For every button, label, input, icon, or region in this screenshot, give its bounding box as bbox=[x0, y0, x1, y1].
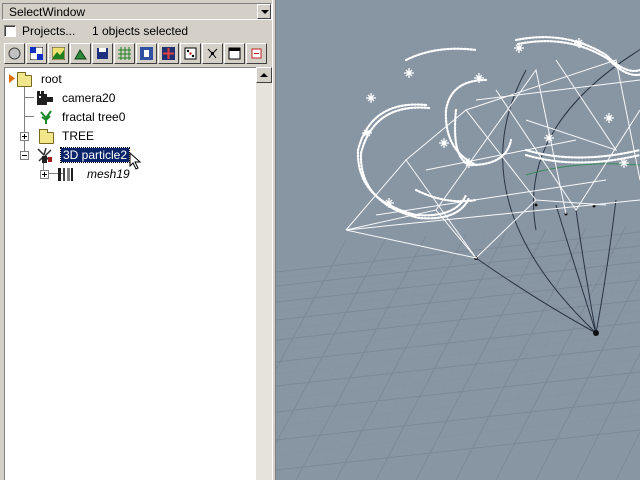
scene-tree: root camera20 fractal tree0 TREE 3D part… bbox=[4, 67, 256, 480]
folder-icon bbox=[39, 129, 54, 144]
circle-icon[interactable] bbox=[4, 43, 25, 64]
projects-checkbox[interactable] bbox=[4, 25, 16, 37]
tree-node-label: 3D particle2 bbox=[59, 147, 131, 163]
image-icon[interactable] bbox=[48, 43, 69, 64]
tree-node-mesh19[interactable]: mesh19 bbox=[5, 166, 185, 183]
camera-icon bbox=[37, 91, 53, 105]
scroll-up-icon[interactable] bbox=[256, 67, 272, 83]
terrain-icon[interactable] bbox=[70, 43, 91, 64]
film-icon[interactable] bbox=[136, 43, 157, 64]
node-graph-icon[interactable] bbox=[202, 43, 223, 64]
grid-icon[interactable] bbox=[114, 43, 135, 64]
tree-node-label: root bbox=[41, 72, 62, 86]
checker-icon[interactable] bbox=[26, 43, 47, 64]
3d-viewport[interactable] bbox=[276, 0, 640, 480]
tree-node-label: camera20 bbox=[62, 91, 116, 105]
tree-node-root[interactable]: root bbox=[7, 71, 127, 88]
projects-label[interactable]: Projects... bbox=[22, 24, 75, 38]
folder-icon bbox=[17, 72, 32, 87]
mouse-cursor-icon bbox=[129, 152, 142, 170]
window-title: SelectWindow bbox=[9, 5, 86, 19]
link-icon[interactable] bbox=[246, 43, 267, 64]
tree-node-camera20[interactable]: camera20 bbox=[5, 90, 165, 107]
window-icon[interactable] bbox=[224, 43, 245, 64]
tree-node-label: fractal tree0 bbox=[62, 110, 126, 124]
expand-icon[interactable] bbox=[20, 132, 29, 141]
tree-node-TREE[interactable]: TREE bbox=[5, 128, 165, 145]
plant-icon bbox=[40, 110, 52, 124]
expand-icon[interactable] bbox=[40, 170, 49, 179]
tree-node-label: TREE bbox=[62, 129, 95, 143]
select-window-panel: SelectWindow Projects... 1 objects selec… bbox=[0, 0, 276, 480]
particle-icon bbox=[37, 147, 52, 163]
collapse-icon[interactable] bbox=[20, 151, 29, 160]
projects-row: Projects... 1 objects selected bbox=[4, 23, 274, 39]
chevron-down-icon[interactable] bbox=[257, 4, 271, 19]
tree-node-label: mesh19 bbox=[87, 167, 130, 181]
scene-render bbox=[276, 36, 640, 480]
toolbar bbox=[4, 43, 274, 65]
target-icon[interactable] bbox=[158, 43, 179, 64]
selection-status: 1 objects selected bbox=[92, 24, 189, 38]
dice-icon[interactable] bbox=[180, 43, 201, 64]
disk-icon[interactable] bbox=[92, 43, 113, 64]
window-title-bar[interactable]: SelectWindow bbox=[2, 3, 272, 20]
mesh-icon bbox=[58, 168, 73, 181]
tree-node-fractal-tree0[interactable]: fractal tree0 bbox=[5, 109, 165, 126]
tree-scrollbar[interactable] bbox=[256, 67, 272, 480]
caret-right-icon[interactable] bbox=[9, 74, 15, 83]
